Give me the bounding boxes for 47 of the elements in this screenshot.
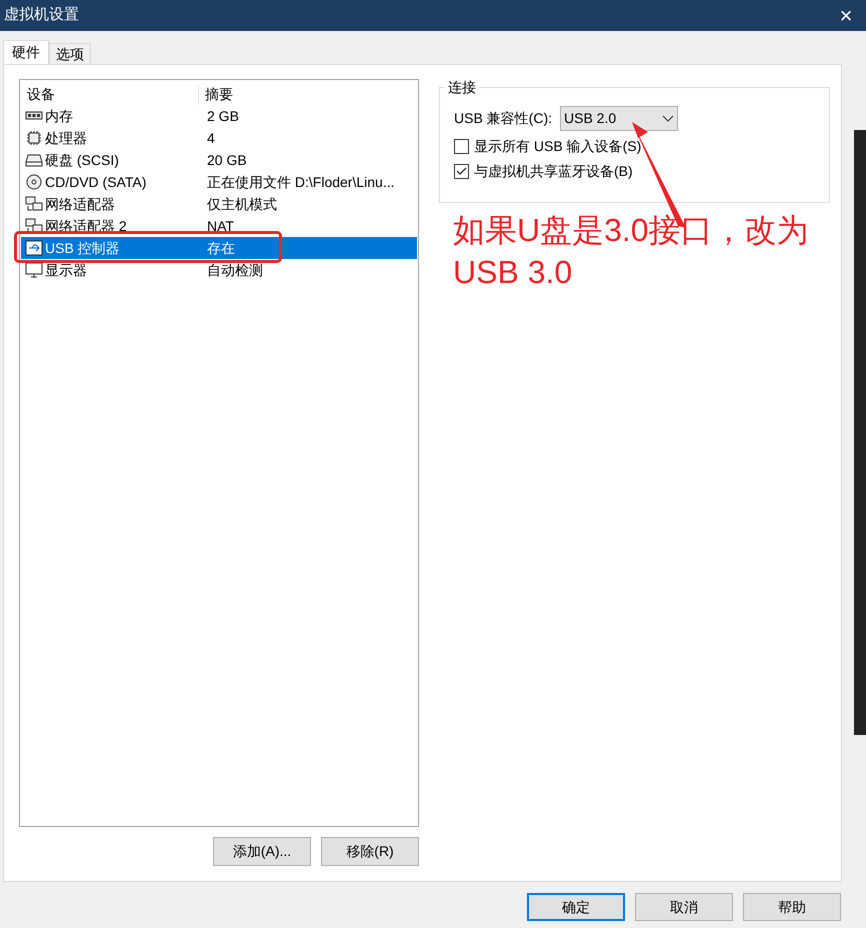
device-row[interactable]: 处理器 4: [21, 127, 417, 149]
checkbox-label[interactable]: 显示所有 USB 输入设备(S): [474, 136, 642, 156]
device-row[interactable]: 显示器 自动检测: [21, 259, 417, 281]
close-button[interactable]: ×: [830, 2, 862, 30]
device-summary: 自动检测: [206, 260, 263, 280]
device-name: 显示器: [45, 260, 87, 280]
device-summary: 4: [206, 128, 215, 148]
device-summary: NAT: [206, 216, 234, 236]
device-row[interactable]: CD/DVD (SATA) 正在使用文件 D:\Floder\Linu...: [21, 171, 417, 193]
device-name: USB 控制器: [45, 238, 120, 258]
dialog-button[interactable]: 确定: [527, 893, 625, 921]
checkbox[interactable]: [454, 138, 469, 154]
window-title: 虚拟机设置: [4, 5, 79, 26]
tab[interactable]: 硬件: [3, 40, 49, 64]
monitor-icon: [25, 262, 43, 278]
device-summary: 仅主机模式: [206, 194, 277, 214]
device-name: CD/DVD (SATA): [45, 172, 146, 192]
device-row[interactable]: 内存 2 GB: [21, 105, 417, 127]
device-name: 硬盘 (SCSI): [45, 150, 119, 170]
usb-icon: [25, 240, 43, 256]
device-name: 网络适配器: [45, 194, 115, 214]
annotation-text: 如果U盘是3.0接口，改为USB 3.0: [452, 211, 810, 292]
network-icon: [25, 196, 43, 212]
list-button[interactable]: 移除(R): [321, 837, 419, 866]
device-summary: 存在: [206, 238, 235, 258]
dialog-button[interactable]: 帮助: [743, 893, 841, 921]
device-summary: 2 GB: [206, 106, 239, 126]
checkbox[interactable]: [454, 164, 469, 178]
device-row[interactable]: 网络适配器 仅主机模式: [21, 193, 417, 215]
device-summary: 正在使用文件 D:\Floder\Linu...: [206, 172, 394, 192]
device-row[interactable]: USB 控制器 存在: [21, 237, 417, 259]
device-name: 内存: [45, 106, 73, 126]
column-header[interactable]: 设备: [21, 84, 199, 104]
checkbox-label[interactable]: 与虚拟机共享蓝牙设备(B): [474, 160, 633, 182]
list-button[interactable]: 添加(A)...: [213, 837, 311, 866]
column-header[interactable]: 摘要: [199, 84, 233, 104]
dropdown[interactable]: USB 2.0: [560, 106, 678, 131]
network-icon: [25, 218, 43, 234]
tab[interactable]: 选项: [49, 43, 91, 64]
chip-icon: [25, 130, 43, 146]
chevron-icon: [662, 114, 674, 122]
device-row[interactable]: 硬盘 (SCSI) 20 GB: [21, 149, 417, 171]
device-summary: 20 GB: [206, 150, 247, 170]
dialog-button[interactable]: 取消: [635, 893, 733, 921]
field-label: USB 兼容性(C):: [454, 109, 552, 128]
device-name: 处理器: [45, 128, 87, 148]
disc-icon: [25, 174, 43, 190]
